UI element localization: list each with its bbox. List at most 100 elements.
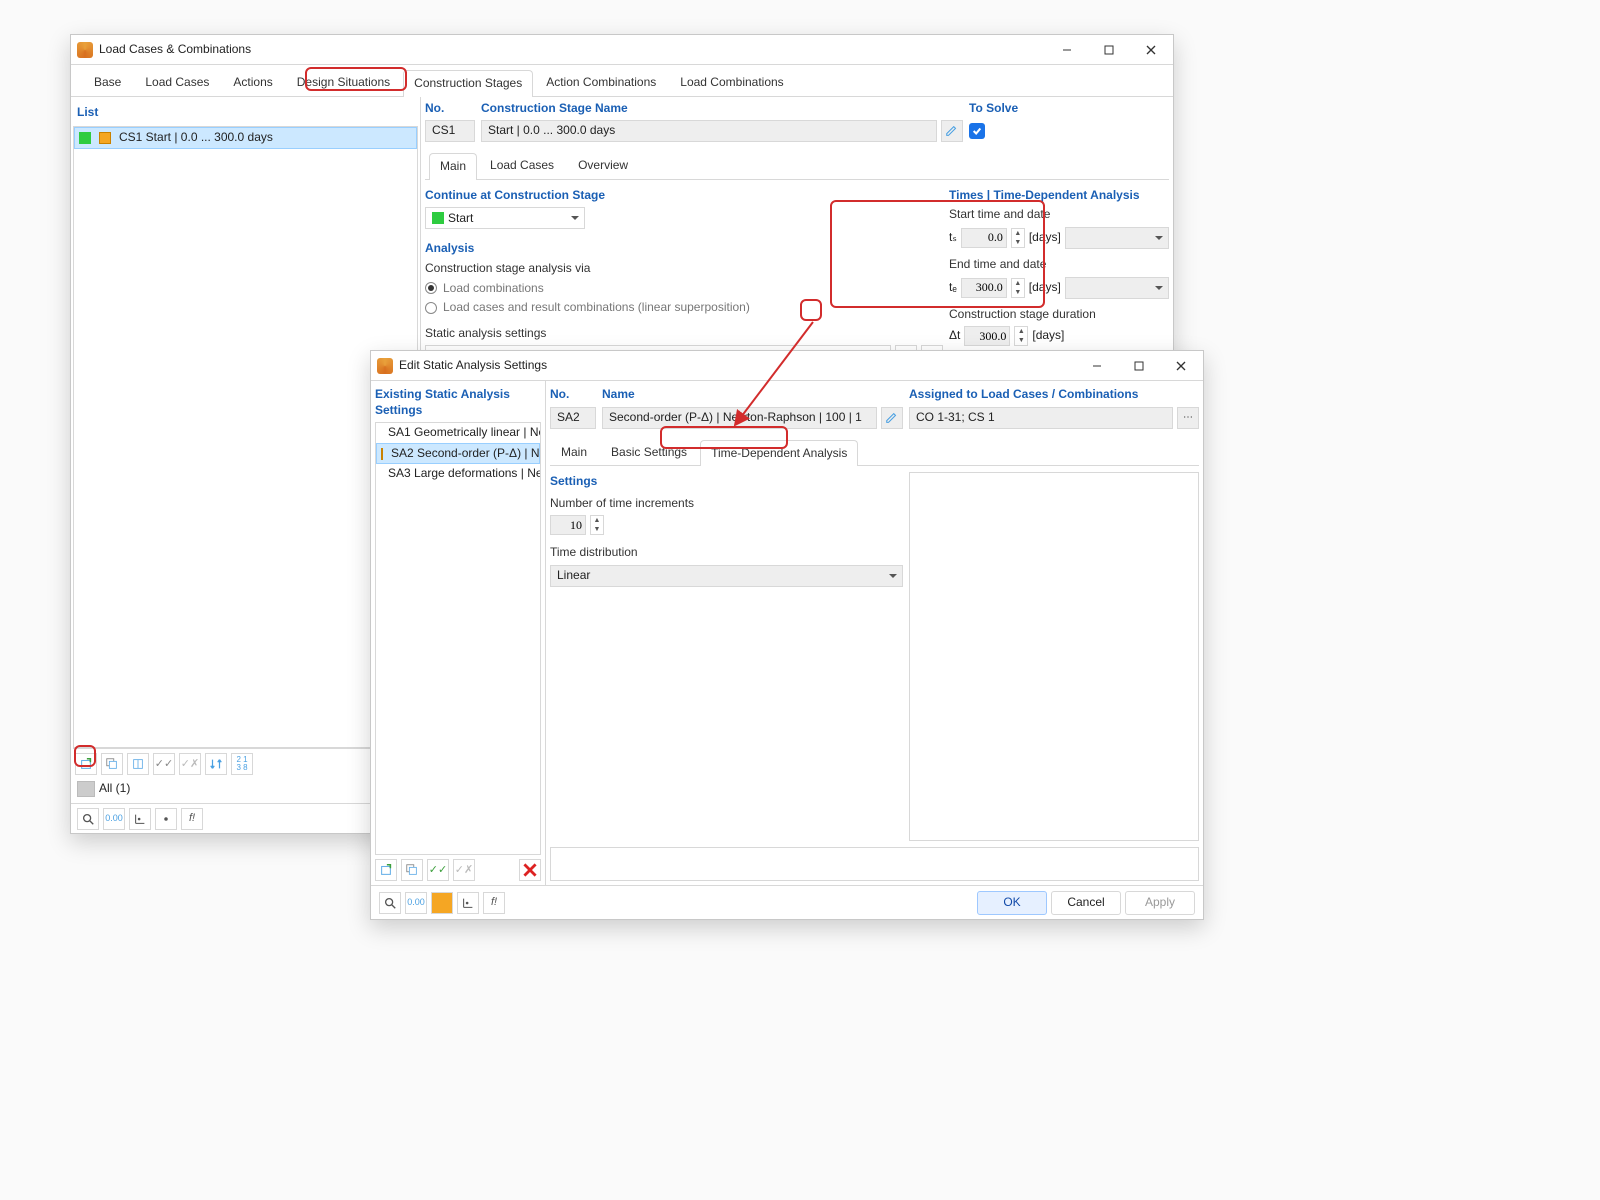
rename-button[interactable]	[941, 120, 963, 142]
renumber-button[interactable]: 2 13 8	[231, 753, 253, 775]
maximize-button[interactable]	[1089, 36, 1129, 64]
to-solve-checkbox[interactable]	[969, 123, 985, 139]
list-item-label: CS1 Start | 0.0 ... 300.0 days	[119, 130, 273, 146]
ts-date-combo[interactable]	[1065, 227, 1169, 249]
sort-button[interactable]	[205, 753, 227, 775]
sa-col-assigned: Assigned to Load Cases / Combinations	[909, 387, 1199, 403]
subtab-main[interactable]: Main	[429, 153, 477, 180]
maximize-button-2[interactable]	[1119, 352, 1159, 380]
stage-name-cell[interactable]: Start | 0.0 ... 300.0 days	[481, 120, 937, 142]
list-item[interactable]: CS1 Start | 0.0 ... 300.0 days	[74, 127, 417, 149]
minimize-button-2[interactable]	[1077, 352, 1117, 380]
col-to-solve: To Solve	[969, 101, 1169, 117]
increments-input[interactable]	[550, 515, 586, 535]
sa-subtab-time-dependent[interactable]: Time-Dependent Analysis	[700, 440, 858, 467]
tab-design-situations[interactable]: Design Situations	[286, 69, 401, 96]
increments-spinner[interactable]: ▲▼	[590, 515, 604, 535]
copy-sa-button[interactable]	[401, 859, 423, 881]
minimize-button[interactable]	[1047, 36, 1087, 64]
sa-name-cell[interactable]: Second-order (P-Δ) | Newton-Raphson | 10…	[602, 407, 877, 429]
list-summary: All (1)	[99, 781, 130, 797]
duration-label: Construction stage duration	[949, 307, 1169, 323]
delete-sa-button[interactable]	[519, 859, 541, 881]
dt-unit: [days]	[1032, 328, 1064, 344]
ts-input[interactable]	[961, 228, 1007, 248]
existing-sa1[interactable]: SA1 Geometrically linear | Newton-	[376, 423, 540, 443]
color-button[interactable]	[431, 892, 453, 914]
assigned-more-button[interactable]: ⋯	[1177, 407, 1199, 429]
existing-sa2[interactable]: SA2 Second-order (P-Δ) | Newton-R	[376, 443, 540, 465]
tab-action-combinations[interactable]: Action Combinations	[535, 69, 667, 96]
te-spinner[interactable]: ▲▼	[1011, 278, 1025, 298]
start-time-label: Start time and date	[949, 207, 1169, 223]
ts-symbol: tₛ	[949, 230, 957, 246]
dt-input[interactable]	[964, 326, 1010, 346]
distribution-combo[interactable]: Linear	[550, 565, 903, 587]
close-button-2[interactable]	[1161, 352, 1201, 380]
function-button[interactable]: f!	[181, 808, 203, 830]
sa-rename-button[interactable]	[881, 407, 903, 429]
start-swatch-icon	[432, 212, 444, 224]
sa3-label: SA3 Large deformations | Newton-	[388, 466, 540, 482]
sa-subtab-main[interactable]: Main	[550, 439, 598, 466]
radio-load-combinations-label: Load combinations	[443, 281, 544, 297]
sa2-label: SA2 Second-order (P-Δ) | Newton-R	[391, 446, 540, 462]
analysis-title: Analysis	[425, 241, 943, 257]
existing-sa3[interactable]: SA3 Large deformations | Newton-	[376, 464, 540, 484]
assigned-cell: CO 1-31; CS 1	[909, 407, 1173, 429]
include-all-button[interactable]: ✓✓	[153, 753, 175, 775]
te-symbol: tₑ	[949, 280, 957, 296]
ts-spinner[interactable]: ▲▼	[1011, 228, 1025, 248]
ok-button[interactable]: OK	[977, 891, 1047, 915]
continue-combo[interactable]: Start	[425, 207, 585, 229]
dt-spinner[interactable]: ▲▼	[1014, 326, 1028, 346]
include-all-sa-button[interactable]: ✓✓	[427, 859, 449, 881]
unit-button[interactable]: 0.00	[103, 808, 125, 830]
existing-title: Existing Static Analysis Settings	[375, 387, 541, 418]
exclude-all-sa-button[interactable]: ✓✗	[453, 859, 475, 881]
sa2-swatch-icon-2	[381, 448, 383, 460]
tab-load-combinations[interactable]: Load Combinations	[669, 69, 794, 96]
apply-button[interactable]: Apply	[1125, 891, 1195, 915]
subtab-load-cases[interactable]: Load Cases	[479, 152, 565, 179]
stage-color-icon	[79, 132, 91, 144]
sa-subtabs: Main Basic Settings Time-Dependent Analy…	[550, 435, 1199, 467]
preview-button-2[interactable]	[379, 892, 401, 914]
exclude-all-button[interactable]: ✓✗	[179, 753, 201, 775]
new-sa-button[interactable]	[375, 859, 397, 881]
increments-label: Number of time increments	[550, 496, 903, 512]
te-input[interactable]	[961, 278, 1007, 298]
col-no: No.	[425, 101, 475, 117]
tab-load-cases[interactable]: Load Cases	[134, 69, 220, 96]
close-button[interactable]	[1131, 36, 1171, 64]
tab-construction-stages[interactable]: Construction Stages	[403, 70, 533, 97]
no-cell[interactable]: CS1	[425, 120, 475, 142]
new-stage-button[interactable]	[75, 753, 97, 775]
tab-base[interactable]: Base	[83, 69, 132, 96]
preview-button[interactable]	[77, 808, 99, 830]
copy-stage-button[interactable]	[101, 753, 123, 775]
cancel-button[interactable]: Cancel	[1051, 891, 1121, 915]
point-button[interactable]	[155, 808, 177, 830]
stage-solve-icon	[99, 132, 111, 144]
duplicate-stage-button[interactable]	[127, 753, 149, 775]
sa-subtab-basic[interactable]: Basic Settings	[600, 439, 698, 466]
radio-load-cases-result[interactable]	[425, 302, 437, 314]
col-name: Construction Stage Name	[481, 101, 963, 117]
radio-load-cases-result-label: Load cases and result combinations (line…	[443, 300, 750, 316]
tab-actions[interactable]: Actions	[222, 69, 283, 96]
ts-unit: [days]	[1029, 230, 1061, 246]
axis-button-2[interactable]	[457, 892, 479, 914]
axis-button[interactable]	[129, 808, 151, 830]
te-date-combo[interactable]	[1065, 277, 1169, 299]
continue-value: Start	[448, 211, 473, 227]
app-icon	[77, 42, 93, 58]
function-button-2[interactable]: f!	[483, 892, 505, 914]
sa-no-cell[interactable]: SA2	[550, 407, 596, 429]
radio-load-combinations[interactable]	[425, 282, 437, 294]
sa1-label: SA1 Geometrically linear | Newton-	[388, 425, 540, 441]
unit-button-2[interactable]: 0.00	[405, 892, 427, 914]
times-title: Times | Time-Dependent Analysis	[949, 188, 1169, 204]
subtab-overview[interactable]: Overview	[567, 152, 639, 179]
end-time-label: End time and date	[949, 257, 1169, 273]
